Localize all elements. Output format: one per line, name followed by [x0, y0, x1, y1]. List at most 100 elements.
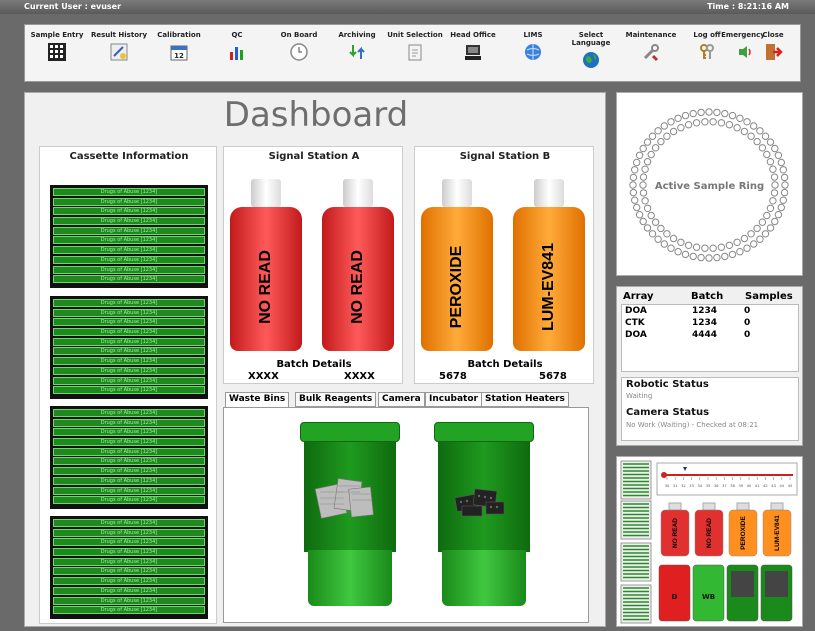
bottle-cap — [534, 179, 564, 207]
cassette-row[interactable]: Drugs of Abuse [1234] — [53, 299, 205, 307]
ring-slot — [643, 204, 652, 213]
cassette-row[interactable]: Drugs of Abuse [1234] — [53, 467, 205, 476]
cassette-row[interactable]: Drugs of Abuse [1234] — [53, 347, 205, 356]
cassette-row[interactable]: Drugs of Abuse [1234] — [53, 409, 205, 417]
bottle-body: LUM-EV841 — [513, 207, 585, 351]
cassette-row[interactable]: Drugs of Abuse [1234] — [53, 447, 205, 456]
status-box: Robotic Status Waiting Camera Status No … — [621, 377, 799, 441]
cassette-row[interactable]: Drugs of Abuse [1234] — [53, 438, 205, 447]
cassette-row[interactable]: Drugs of Abuse [1234] — [53, 476, 205, 485]
cassette-row[interactable]: Drugs of Abuse [1234] — [53, 519, 205, 527]
cassette-row[interactable]: Drugs of Abuse [1234] — [53, 255, 205, 264]
cassette-row[interactable]: Drugs of Abuse [1234] — [53, 457, 205, 466]
cassette-row[interactable]: Drugs of Abuse [1234] — [53, 557, 205, 566]
reagent-bottle[interactable]: NO READ — [230, 179, 302, 351]
samples-header: Samples — [745, 291, 793, 302]
cassette-row[interactable]: Drugs of Abuse [1234] — [53, 586, 205, 595]
cassette-row[interactable]: Drugs of Abuse [1234] — [53, 577, 205, 586]
archiving-button[interactable]: Archiving — [327, 31, 387, 62]
array-table: DOA 1234 0 CTK 1234 0 DOA 4444 0 — [621, 304, 799, 372]
ring-slot — [756, 127, 764, 135]
calibration-button[interactable]: Calibration 12 — [149, 31, 209, 62]
ring-slot — [769, 197, 777, 205]
cassette-row[interactable]: Drugs of Abuse [1234] — [53, 207, 205, 216]
cassette-row[interactable]: Drugs of Abuse [1234] — [53, 606, 205, 615]
cassette-row[interactable]: Drugs of Abuse [1234] — [53, 366, 205, 375]
cassette-row[interactable]: Drugs of Abuse [1234] — [53, 376, 205, 385]
cassette-row[interactable]: Drugs of Abuse [1234] — [53, 226, 205, 235]
ring-slot — [631, 166, 639, 174]
reagent-bottle[interactable]: PEROXIDE — [421, 179, 493, 351]
waste-bin[interactable] — [300, 422, 400, 607]
main-toolbar: Sample Entry Result History Calibration 1… — [24, 24, 801, 82]
cassette-row[interactable]: Drugs of Abuse [1234] — [53, 308, 205, 317]
mini-bin-contents — [731, 571, 754, 597]
page-title: Dashboard — [223, 95, 409, 135]
cassette-row[interactable]: Drugs of Abuse [1234] — [53, 275, 205, 284]
cassette-row[interactable]: Drugs of Abuse [1234] — [53, 318, 205, 327]
cassette-row[interactable]: Drugs of Abuse [1234] — [53, 567, 205, 576]
tab-camera[interactable]: Camera — [378, 392, 425, 407]
robotic-status-value: Waiting — [626, 392, 653, 400]
cassette-row[interactable]: Drugs of Abuse [1234] — [53, 197, 205, 206]
cassette-row[interactable]: Drugs of Abuse [1234] — [53, 428, 205, 437]
tab-incubator[interactable]: Incubator — [425, 392, 482, 407]
ring-slot — [753, 137, 761, 146]
mini-bins: D WB — [658, 564, 793, 622]
ring-slot — [774, 151, 783, 159]
bottle-body: PEROXIDE — [421, 207, 493, 351]
ring-slot — [660, 122, 668, 130]
maintenance-button[interactable]: Maintenance — [621, 31, 681, 62]
cassette-row[interactable]: Drugs of Abuse [1234] — [53, 246, 205, 255]
ring-slot — [725, 241, 734, 250]
reagent-bottle[interactable]: NO READ — [322, 179, 394, 351]
cassette-row[interactable]: Drugs of Abuse [1234] — [53, 328, 205, 337]
cassette-row[interactable]: Drugs of Abuse [1234] — [53, 548, 205, 557]
tab-station-heaters[interactable]: Station Heaters — [481, 392, 569, 407]
toolbar-label: Sample Entry — [30, 31, 84, 39]
lims-button[interactable]: LIMS — [503, 31, 563, 62]
cassette-row[interactable]: Drugs of Abuse [1234] — [53, 538, 205, 547]
cassette-row[interactable]: Drugs of Abuse [1234] — [53, 386, 205, 395]
cassette-row[interactable]: Drugs of Abuse [1234] — [53, 217, 205, 226]
cassette-row[interactable]: Drugs of Abuse [1234] — [53, 357, 205, 366]
cassette-row[interactable]: Drugs of Abuse [1234] — [53, 418, 205, 427]
ring-slot — [684, 121, 693, 129]
tab-bulk-reagents[interactable]: Bulk Reagents — [295, 392, 377, 407]
cassette-row[interactable]: Drugs of Abuse [1234] — [53, 236, 205, 245]
mini-scale-label: 32 — [681, 484, 686, 488]
mini-bottle-cap — [770, 502, 784, 511]
sample-entry-button[interactable]: Sample Entry — [27, 31, 87, 62]
head-office-button[interactable]: Head Office — [443, 31, 503, 62]
select-language-button[interactable]: Select Language — [561, 31, 621, 70]
mini-bin-label: WB — [702, 593, 715, 601]
result-history-button[interactable]: Result History — [89, 31, 149, 62]
cassette-row[interactable]: Drugs of Abuse [1234] — [53, 337, 205, 346]
ring-slot — [709, 244, 717, 252]
cassette-row[interactable]: Drugs of Abuse [1234] — [53, 486, 205, 495]
toolbar-label: LIMS — [523, 31, 543, 39]
ring-slot — [763, 150, 771, 159]
samples-cell: 0 — [744, 330, 751, 340]
close-button[interactable]: Close — [753, 31, 793, 62]
unit-selection-button[interactable]: Unit Selection — [385, 31, 445, 62]
ring-slot — [629, 173, 638, 182]
ring-slot — [635, 151, 644, 159]
qc-button[interactable]: QC — [207, 31, 267, 62]
cassette-row[interactable]: Drugs of Abuse [1234] — [53, 528, 205, 537]
camera-status-value: No Work (Waiting) - Checked at 08:21 — [626, 421, 759, 429]
bottle-label: PEROXIDE — [448, 245, 465, 329]
cassette-row[interactable]: Drugs of Abuse [1234] — [53, 265, 205, 274]
ring-slot — [728, 250, 737, 259]
ring-slot — [681, 250, 690, 259]
instrument-overview-panel[interactable]: 30 31 32 33 34 35 36 37 38 39 40 41 42 43 44 45 NO READ… — [616, 456, 803, 627]
robotic-status-title: Robotic Status — [626, 379, 709, 390]
on-board-button[interactable]: On Board — [269, 31, 329, 62]
cassette-row[interactable]: Drugs of Abuse [1234] — [53, 496, 205, 505]
ring-slot — [692, 243, 701, 251]
tab-waste-bins[interactable]: Waste Bins — [225, 392, 290, 407]
reagent-bottle[interactable]: LUM-EV841 — [513, 179, 585, 351]
waste-bin[interactable] — [434, 422, 534, 607]
cassette-row[interactable]: Drugs of Abuse [1234] — [53, 596, 205, 605]
cassette-row[interactable]: Drugs of Abuse [1234] — [53, 188, 205, 196]
